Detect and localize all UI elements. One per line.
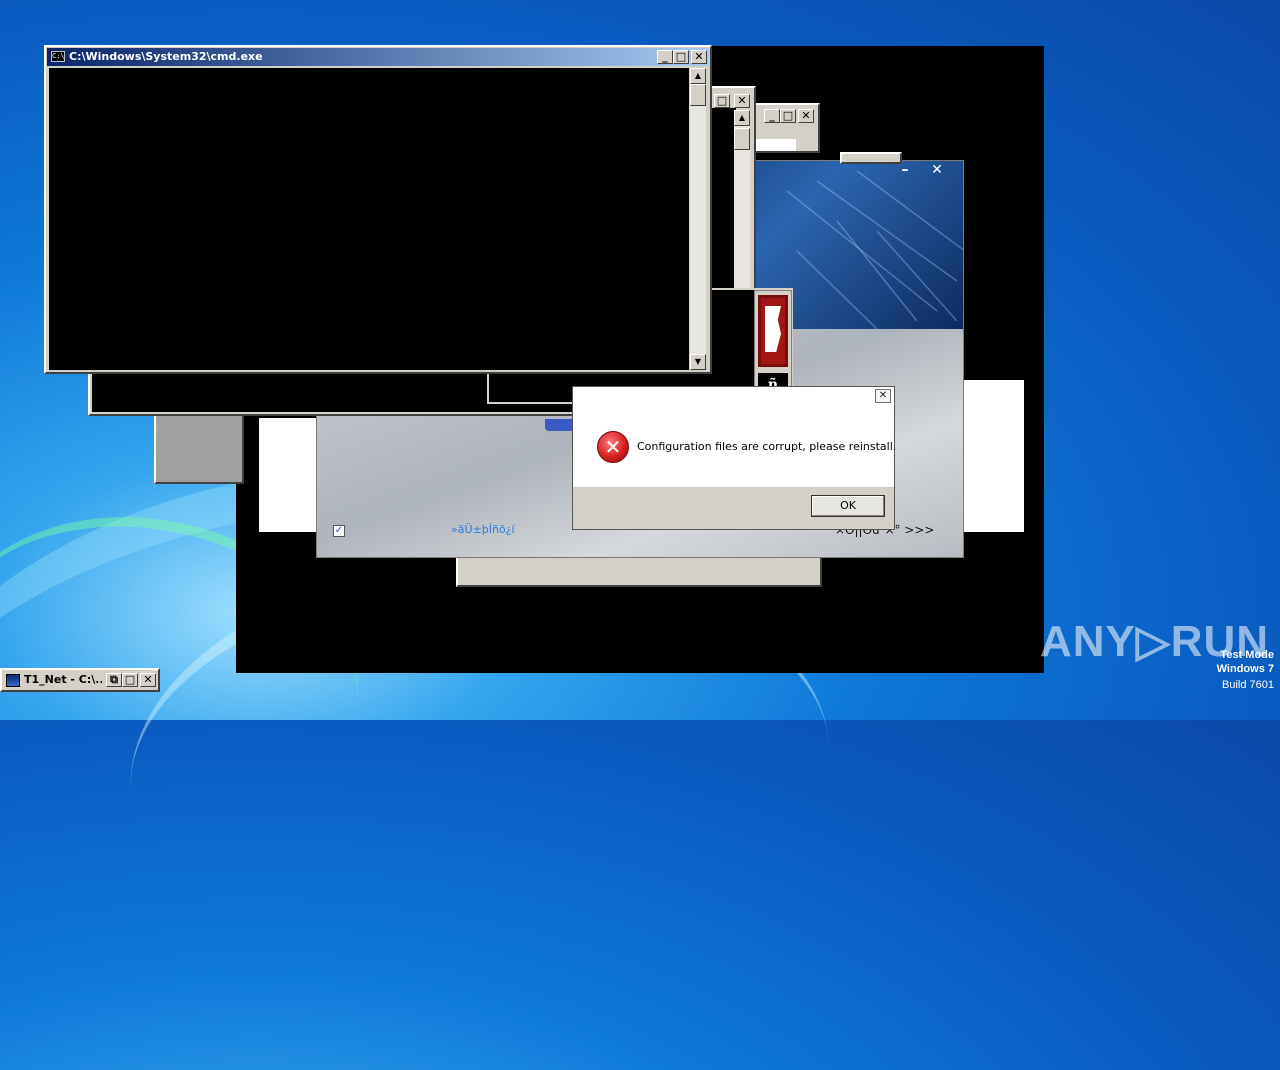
cmd-close-button[interactable]: ✕ [691, 50, 707, 64]
minimized-restore-button[interactable]: ⧉ [106, 673, 122, 687]
installer-min-button[interactable]: – [897, 163, 913, 179]
cmd-scrollbar[interactable]: ▲ ▼ [690, 68, 706, 370]
minimized-window[interactable]: T1_Net - C:\... ⧉ □ ✕ [0, 668, 160, 692]
installer-checkbox[interactable]: ✓ [333, 525, 345, 537]
minimized-app-icon [6, 674, 20, 687]
ok-button[interactable]: OK [811, 495, 885, 517]
error-message: Configuration files are corrupt, please … [637, 440, 897, 453]
cmd-app-icon: C:\ [51, 51, 65, 62]
error-dialog: ✕ ✕ Configuration files are corrupt, ple… [572, 386, 897, 530]
error-dialog-close-button[interactable]: ✕ [875, 389, 891, 403]
bg-console-scroll-thumb[interactable] [734, 128, 750, 150]
installer-close-button[interactable]: ✕ [929, 163, 945, 179]
app-icon-tile: ñ [754, 290, 792, 400]
error-dialog-titlebar[interactable]: ✕ [573, 387, 894, 407]
white-panel-right [962, 380, 1024, 532]
error-dialog-content: ✕ Configuration files are corrupt, pleas… [573, 407, 897, 487]
bg-console-max-button[interactable]: □ [714, 94, 730, 108]
cmd-title-text: C:\Windows\System32\cmd.exe [69, 50, 263, 63]
cmd-console-area[interactable] [49, 68, 689, 370]
bg3-max-button[interactable]: □ [780, 109, 796, 123]
bg-console-scroll-up[interactable]: ▲ [734, 110, 750, 126]
background-window-4 [840, 152, 902, 164]
minimized-close-button[interactable]: ✕ [140, 673, 156, 687]
background-window-grey [154, 410, 244, 484]
minimized-max-button[interactable]: □ [122, 673, 138, 687]
cmd-maximize-button[interactable]: □ [673, 50, 689, 64]
windows-version-label: Windows 7 [1216, 663, 1274, 675]
build-label: Build 7601 [1222, 679, 1274, 691]
bg3-white-field [756, 139, 796, 151]
cmd-window: C:\ C:\Windows\System32\cmd.exe _ □ ✕ ▲ … [44, 45, 712, 374]
test-mode-label: Test Mode [1220, 649, 1274, 661]
minimized-window-title: T1_Net - C:\... [24, 673, 102, 686]
bg3-close-button[interactable]: ✕ [798, 109, 814, 123]
cmd-scroll-thumb[interactable] [690, 84, 706, 106]
cmd-minimize-button[interactable]: _ [657, 50, 673, 64]
error-icon: ✕ [597, 431, 629, 463]
background-window-strip [456, 556, 822, 587]
bg3-min-button[interactable]: _ [764, 109, 780, 123]
cmd-scroll-up[interactable]: ▲ [690, 68, 706, 84]
red-logo-icon [758, 295, 788, 367]
bg-console-close-button[interactable]: ✕ [734, 94, 750, 108]
cmd-titlebar[interactable]: C:\ C:\Windows\System32\cmd.exe _ □ ✕ [47, 48, 709, 66]
cmd-scroll-down[interactable]: ▼ [690, 354, 706, 370]
installer-checkbox-label[interactable]: »äÜ±þÍñõ¿í [451, 522, 515, 538]
